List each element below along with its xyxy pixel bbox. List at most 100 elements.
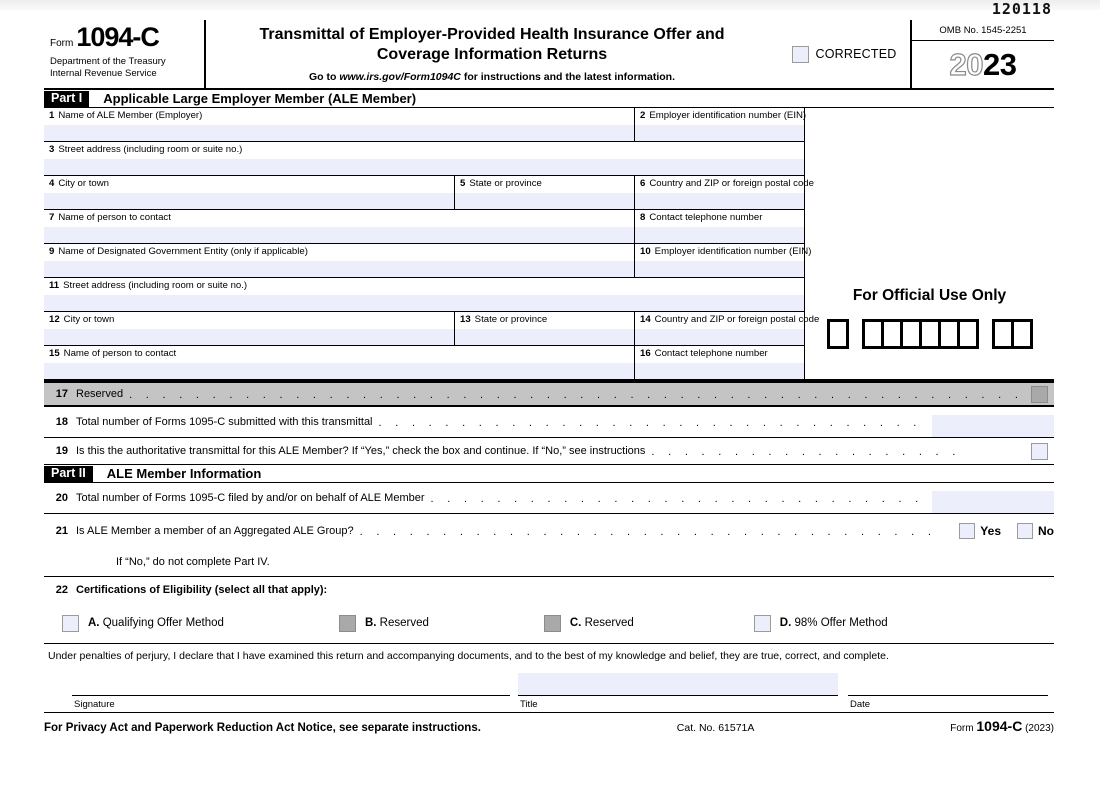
part-1-fields-column: 1 Name of ALE Member (Employer) 2 Employer… [44, 108, 819, 379]
official-use-group-single [826, 319, 849, 349]
certification-c-checkbox [543, 614, 561, 632]
line-21-yes-option: Yes [959, 523, 1001, 539]
line-20-input[interactable] [932, 491, 1054, 513]
line-18-input[interactable] [932, 415, 1054, 437]
field-9-input[interactable] [44, 261, 634, 277]
form-footer: For Privacy Act and Paperwork Reduction … [44, 713, 1054, 734]
field-4-city-or-town: 4 City or town [44, 176, 454, 209]
corrected-checkbox[interactable] [791, 45, 809, 63]
certification-a-letter: A. [88, 617, 100, 629]
certification-b-label: Reserved [379, 617, 429, 629]
signature-field[interactable]: Signature [72, 668, 510, 712]
line-21-yes-label: Yes [980, 524, 1001, 538]
certification-d[interactable]: D. 98% Offer Method [753, 614, 888, 632]
field-15-input[interactable] [44, 363, 634, 379]
field-5-input[interactable] [455, 193, 634, 209]
line-18-label: Total number of Forms 1095-C submitted w… [76, 416, 373, 428]
line-19-checkbox[interactable] [1031, 442, 1048, 460]
header-left-block: Form 1094-C Department of the Treasury I… [44, 20, 204, 88]
field-7-label: Name of person to contact [58, 212, 171, 223]
title-label: Title [520, 699, 538, 710]
field-13-state-or-province: 13 State or province [454, 312, 634, 345]
field-9-designated-government-entity: 9 Name of Designated Government Entity (o… [44, 244, 634, 277]
line-17-number: 17 [55, 388, 68, 400]
footer-form-word: Form [950, 723, 974, 734]
field-15-label: Name of person to contact [63, 348, 177, 359]
line-22-number: 22 [55, 584, 68, 596]
official-use-panel: For Official Use Only [804, 108, 1054, 379]
field-4-label: City or town [58, 178, 109, 189]
field-10-number: 10 [640, 246, 651, 257]
form-title-line-1: Transmittal of Employer-Provided Health … [259, 26, 725, 43]
line-17-checkbox [1031, 385, 1048, 403]
official-use-cell[interactable] [826, 319, 849, 349]
field-8-number: 8 [640, 212, 646, 223]
field-2-label: Employer identification number (EIN) [649, 110, 807, 121]
field-14-label: Country and ZIP or foreign postal code [654, 314, 820, 325]
barcode-row: 120118 [44, 0, 1054, 20]
leader-dots: . . . . . . . . . . . . . . . . . . . . … [430, 493, 926, 505]
footer-form-identity: Form 1094-C (2023) [950, 718, 1054, 734]
title-input[interactable] [518, 673, 838, 695]
field-row-1-2: 1 Name of ALE Member (Employer) 2 Employer… [44, 108, 807, 142]
certification-a[interactable]: A. Qualifying Offer Method [62, 614, 224, 632]
field-6-country-zip: 6 Country and ZIP or foreign postal code [634, 176, 814, 209]
field-16-input[interactable] [635, 363, 804, 379]
field-12-label: City or town [63, 314, 115, 325]
corrected-label: CORRECTED [815, 47, 897, 61]
date-label: Date [850, 699, 871, 710]
field-7-number: 7 [49, 212, 55, 223]
department-line-2: Internal Revenue Service [50, 67, 157, 79]
privacy-act-notice: For Privacy Act and Paperwork Reduction … [44, 722, 481, 734]
field-4-input[interactable] [44, 193, 454, 209]
official-use-cell[interactable] [956, 319, 979, 349]
field-2-ein: 2 Employer identification number (EIN) [634, 108, 807, 141]
field-1-input[interactable] [44, 125, 634, 141]
line-21-no-checkbox[interactable] [1017, 523, 1033, 539]
field-11-input[interactable] [44, 295, 804, 311]
form-identity: Form 1094-C [44, 24, 204, 51]
field-14-country-zip: 14 Country and ZIP or foreign postal code [634, 312, 819, 345]
certification-a-checkbox[interactable] [62, 614, 79, 632]
certification-c: C. Reserved [543, 614, 634, 632]
line-22-certifications-heading: 22 Certifications of Eligibility (select… [44, 577, 1054, 603]
field-8-input[interactable] [635, 227, 804, 243]
certification-c-letter: C. [569, 617, 582, 629]
official-use-group-b [991, 319, 1033, 349]
leader-dots: . . . . . . . . . . . . . . . . . . . . … [378, 417, 926, 429]
leader-dots: . . . . . . . . . . . . . . . . . . . . … [359, 526, 938, 538]
field-1-name-of-ale-member: 1 Name of ALE Member (Employer) [44, 108, 634, 141]
department-block: Department of the Treasury Internal Reve… [44, 51, 204, 79]
corrected-block: CORRECTED [778, 20, 910, 88]
field-2-input[interactable] [635, 125, 804, 141]
signature-label: Signature [74, 699, 115, 710]
line-20-total-forms-filed: 20 Total number of Forms 1095-C filed by… [44, 483, 1054, 514]
certification-d-checkbox[interactable] [753, 614, 771, 632]
field-1-label: Name of ALE Member (Employer) [58, 110, 203, 121]
footer-form-year: (2023) [1025, 723, 1054, 734]
certification-b-checkbox [338, 614, 356, 632]
field-6-input[interactable] [635, 193, 804, 209]
line-19-number: 19 [55, 445, 68, 457]
field-11-street-address: 11 Street address (including room or suit… [44, 278, 804, 311]
omb-number: OMB No. 1545-2251 [912, 20, 1054, 41]
field-3-input[interactable] [44, 159, 804, 175]
tax-year-suffix: 23 [983, 46, 1017, 82]
date-field[interactable]: Date [848, 668, 1048, 712]
field-14-input[interactable] [635, 329, 804, 345]
field-6-number: 6 [640, 178, 646, 189]
certifications-row: A. Qualifying Offer Method B. Reserved C… [44, 603, 1054, 644]
field-row-12-13-14: 12 City or town 13 State or province 14 Cou… [44, 312, 819, 346]
field-13-input[interactable] [455, 329, 634, 345]
field-12-input[interactable] [44, 329, 454, 345]
part-1-grid: 1 Name of ALE Member (Employer) 2 Employer… [44, 108, 1054, 381]
official-use-cell[interactable] [1010, 319, 1033, 349]
irs-url-link[interactable]: www.irs.gov/Form1094C [339, 71, 461, 83]
field-10-input[interactable] [635, 261, 804, 277]
field-3-label: Street address (including room or suite … [58, 144, 243, 155]
official-use-group-a [861, 319, 979, 349]
line-21-label: Is ALE Member a member of an Aggregated … [76, 525, 354, 537]
field-7-input[interactable] [44, 227, 634, 243]
title-field[interactable]: Title [518, 668, 838, 712]
line-21-yes-checkbox[interactable] [959, 523, 976, 539]
